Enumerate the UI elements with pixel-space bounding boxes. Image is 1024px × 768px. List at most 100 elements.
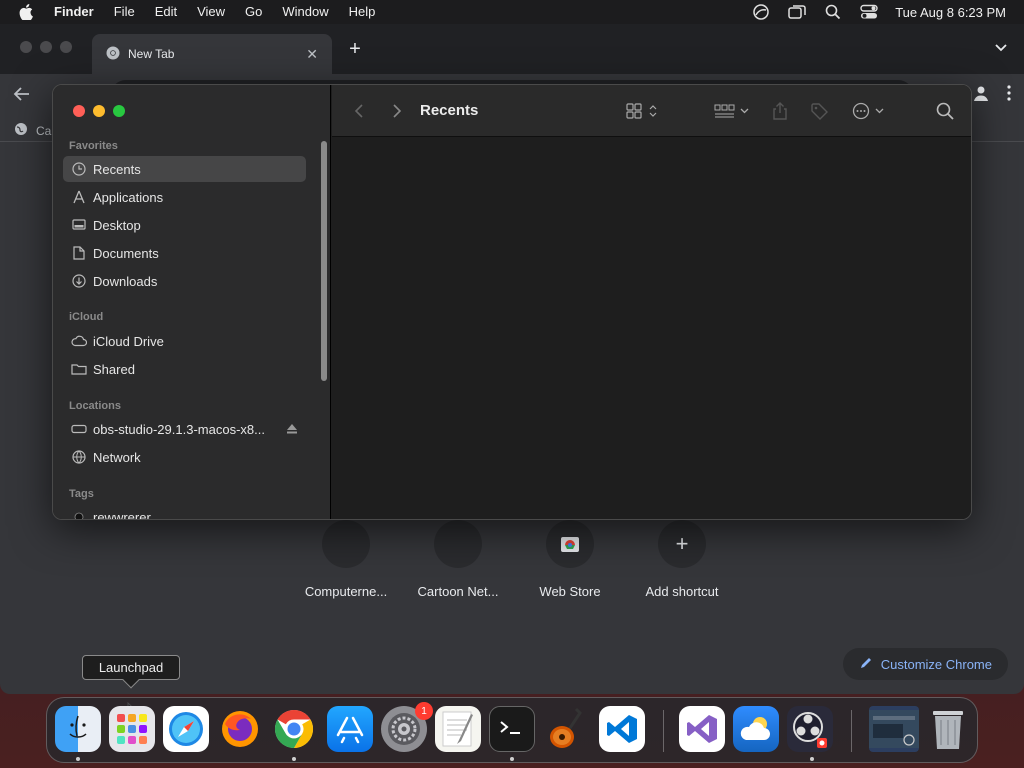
tab-search-chevron-icon[interactable] [994, 40, 1008, 54]
finder-toolbar: Recents [332, 85, 971, 137]
add-shortcut-button[interactable]: + Add shortcut [626, 520, 738, 599]
sidebar-item-documents[interactable]: Documents [63, 240, 306, 266]
finder-content: Recents [332, 85, 971, 519]
applications-icon [71, 189, 87, 205]
finder-window-controls [73, 105, 125, 117]
dock-firefox-icon[interactable] [217, 706, 263, 752]
document-icon [71, 245, 87, 261]
sidebar-item-tag[interactable]: rewwrerer [63, 504, 306, 519]
nav-back-icon[interactable] [354, 101, 364, 121]
cloud-icon [71, 333, 87, 349]
sidebar-item-label: Applications [93, 189, 164, 205]
dock-app-store-icon[interactable] [327, 706, 373, 752]
dock-trash-icon[interactable] [925, 706, 971, 752]
sidebar-item-applications[interactable]: Applications [63, 184, 306, 210]
sidebar-item-label: Documents [93, 245, 159, 261]
bookmark-item[interactable]: Ca [14, 122, 51, 139]
running-indicator [76, 757, 80, 761]
sidebar-item-label: Shared [93, 361, 135, 377]
tag-icon[interactable] [810, 101, 830, 121]
more-menu-icon[interactable] [1006, 84, 1012, 107]
dock-chrome-icon[interactable] [271, 706, 317, 752]
tag-dot-icon [71, 509, 87, 519]
dock-screenshot-thumbnail-icon[interactable] [869, 706, 919, 752]
sidebar-section-tags: Tags [69, 488, 94, 500]
network-icon [71, 449, 87, 465]
search-icon[interactable] [936, 101, 954, 121]
dock: 1 [46, 697, 978, 763]
screen-time-icon[interactable] [743, 0, 779, 24]
menu-file[interactable]: File [104, 0, 145, 24]
dock-divider [851, 710, 852, 752]
dock-textedit-icon[interactable] [435, 706, 481, 752]
dock-launchpad-icon[interactable] [109, 706, 155, 752]
menu-view[interactable]: View [187, 0, 235, 24]
running-indicator [810, 757, 814, 761]
action-menu-icon[interactable] [852, 101, 888, 121]
menu-app-name[interactable]: Finder [44, 0, 104, 24]
sidebar-item-label: Recents [93, 161, 141, 177]
share-icon[interactable] [772, 101, 788, 121]
dock-visual-studio-icon[interactable] [679, 706, 725, 752]
sidebar-section-icloud: iCloud [69, 311, 104, 323]
eject-icon[interactable] [286, 422, 298, 437]
finder-zoom-button[interactable] [113, 105, 125, 117]
dock-obs-icon[interactable] [787, 706, 833, 752]
new-tab-button[interactable]: + [346, 38, 364, 60]
nav-forward-icon[interactable] [392, 101, 402, 121]
launchpad-tooltip: Launchpad [82, 655, 180, 689]
chrome-window-controls [20, 41, 72, 53]
dock-safari-icon[interactable] [163, 706, 209, 752]
chrome-minimize-button[interactable] [40, 41, 52, 53]
sidebar-item-icloud-drive[interactable]: iCloud Drive [63, 328, 306, 354]
dock-finder-icon[interactable] [55, 706, 101, 752]
sidebar-item-network[interactable]: Network [63, 444, 306, 470]
group-by-icon[interactable] [714, 101, 750, 121]
menubar-clock[interactable]: Tue Aug 8 6:23 PM [895, 5, 1006, 20]
tab-close-icon[interactable]: ✕ [306, 46, 318, 63]
menu-help[interactable]: Help [339, 0, 386, 24]
dock-garageband-icon[interactable] [543, 706, 589, 752]
view-icons-icon[interactable] [626, 101, 660, 121]
shortcut-tile[interactable]: Computerne... [290, 520, 402, 599]
sidebar-section-locations: Locations [69, 400, 121, 412]
dock-terminal-icon[interactable] [489, 706, 535, 752]
menu-bar: Finder File Edit View Go Window Help Tue… [0, 0, 1024, 24]
sidebar-section-favorites: Favorites [69, 140, 118, 152]
dock-vscode-icon[interactable] [599, 706, 645, 752]
shortcut-label: Web Store [539, 584, 601, 599]
apple-menu-icon[interactable] [16, 0, 36, 24]
sidebar-item-recents[interactable]: Recents [63, 156, 306, 182]
web-store-icon [546, 520, 594, 568]
chrome-tab-new-tab[interactable]: New Tab ✕ [92, 34, 332, 74]
shared-folder-icon [71, 361, 87, 377]
sidebar-item-label: Downloads [93, 273, 158, 289]
running-indicator [292, 757, 296, 761]
sidebar-item-downloads[interactable]: Downloads [63, 268, 306, 294]
profile-icon[interactable] [972, 84, 990, 107]
chrome-zoom-button[interactable] [60, 41, 72, 53]
shortcut-tile[interactable]: Cartoon Net... [402, 520, 514, 599]
menu-window[interactable]: Window [272, 0, 338, 24]
dock-weather-icon[interactable] [733, 706, 779, 752]
shortcut-label: Cartoon Net... [417, 584, 499, 599]
menu-go[interactable]: Go [235, 0, 272, 24]
spotlight-search-icon[interactable] [815, 0, 851, 24]
sidebar-item-label: iCloud Drive [93, 333, 164, 349]
finder-close-button[interactable] [73, 105, 85, 117]
control-center-icon[interactable] [851, 0, 887, 24]
chrome-tabstrip: New Tab ✕ + [0, 24, 1024, 74]
new-tab-shortcuts: Computerne... Cartoon Net... Web Store +… [290, 520, 738, 599]
window-switch-icon[interactable] [779, 0, 815, 24]
menu-edit[interactable]: Edit [145, 0, 187, 24]
shortcut-tile-web-store[interactable]: Web Store [514, 520, 626, 599]
sidebar-scrollbar[interactable] [321, 141, 327, 381]
customize-chrome-label: Customize Chrome [880, 656, 992, 672]
sidebar-item-obs-disk[interactable]: obs-studio-29.1.3-macos-x8... [63, 416, 306, 442]
finder-minimize-button[interactable] [93, 105, 105, 117]
customize-chrome-button[interactable]: Customize Chrome [842, 648, 1008, 680]
sidebar-item-desktop[interactable]: Desktop [63, 212, 306, 238]
back-arrow-icon[interactable] [12, 84, 34, 106]
sidebar-item-shared[interactable]: Shared [63, 356, 306, 382]
chrome-close-button[interactable] [20, 41, 32, 53]
